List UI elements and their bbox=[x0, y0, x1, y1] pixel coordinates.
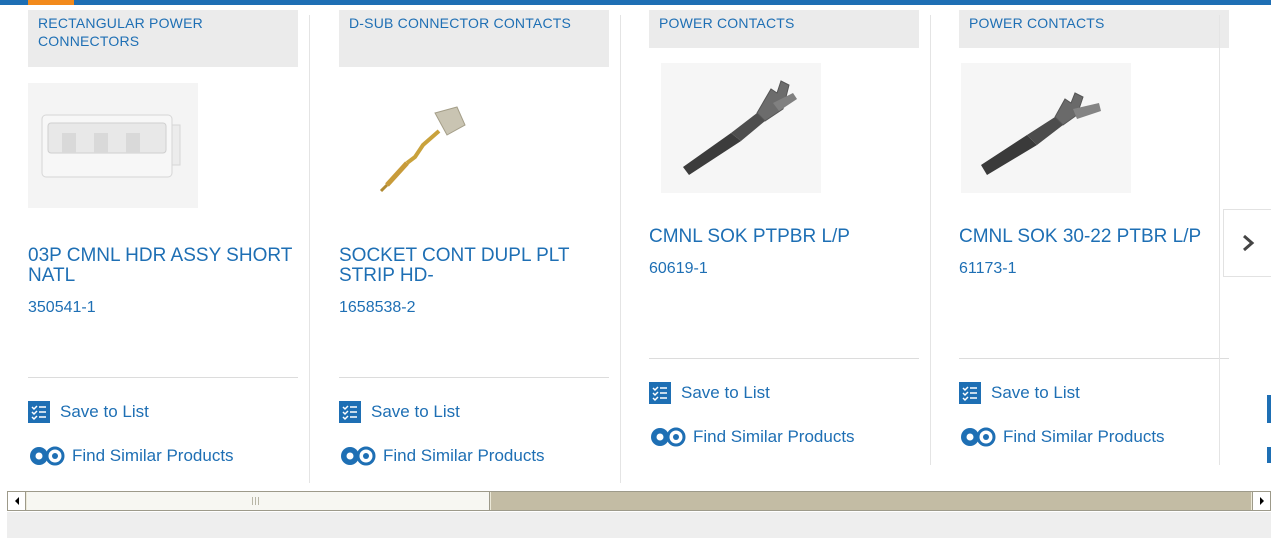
save-to-list-button[interactable]: Save to List bbox=[649, 382, 770, 404]
card-divider bbox=[339, 377, 609, 378]
product-title[interactable]: SOCKET CONT DUPL PLT STRIP HD- bbox=[339, 246, 609, 286]
product-title[interactable]: CMNL SOK PTPBR L/P bbox=[649, 227, 919, 247]
find-similar-button[interactable]: Find Similar Products bbox=[959, 426, 1165, 448]
find-similar-label: Find Similar Products bbox=[383, 446, 545, 465]
find-similar-label: Find Similar Products bbox=[72, 446, 234, 465]
product-title[interactable]: CMNL SOK 30-22 PTBR L/P bbox=[959, 227, 1259, 247]
part-number[interactable]: 1658538-2 bbox=[339, 299, 416, 317]
scrollbar-track[interactable] bbox=[491, 492, 1251, 510]
card-separator bbox=[309, 15, 310, 483]
power-contact-image[interactable] bbox=[661, 63, 821, 193]
scroll-left-button[interactable] bbox=[8, 492, 26, 510]
card-divider bbox=[28, 377, 298, 378]
save-to-list-label: Save to List bbox=[681, 383, 770, 402]
arrow-right-icon bbox=[1259, 497, 1264, 505]
find-similar-label: Find Similar Products bbox=[693, 427, 855, 446]
category-label[interactable]: POWER CONTACTS bbox=[649, 10, 919, 48]
part-number[interactable]: 61173-1 bbox=[959, 260, 1017, 278]
carousel-next-button[interactable] bbox=[1223, 209, 1271, 277]
find-similar-button[interactable]: Find Similar Products bbox=[339, 445, 545, 467]
category-label[interactable]: POWER CONTACTS bbox=[959, 10, 1229, 48]
card-divider bbox=[959, 358, 1229, 359]
gears-icon bbox=[341, 446, 376, 466]
save-to-list-button[interactable]: Save to List bbox=[339, 401, 460, 423]
gears-icon bbox=[651, 427, 686, 447]
gears-icon bbox=[30, 446, 65, 466]
partial-card-icon bbox=[1267, 395, 1271, 423]
part-number[interactable]: 60619-1 bbox=[649, 260, 708, 278]
find-similar-label: Find Similar Products bbox=[1003, 427, 1165, 446]
find-similar-button[interactable]: Find Similar Products bbox=[28, 445, 234, 467]
save-to-list-label: Save to List bbox=[371, 402, 460, 421]
horizontal-scrollbar[interactable] bbox=[7, 491, 1271, 511]
scroll-right-button[interactable] bbox=[1252, 492, 1270, 510]
category-label[interactable]: D-SUB CONNECTOR CONTACTS bbox=[339, 10, 609, 67]
product-card: D-SUB CONNECTOR CONTACTS SOCKET CONT DUP… bbox=[311, 5, 621, 483]
chevron-right-icon bbox=[1242, 234, 1254, 252]
card-divider bbox=[649, 358, 919, 359]
checklist-icon bbox=[649, 382, 671, 404]
save-to-list-button[interactable]: Save to List bbox=[959, 382, 1080, 404]
scrollbar-thumb[interactable] bbox=[27, 492, 490, 510]
checklist-icon bbox=[28, 401, 50, 423]
product-card: POWER CONTACTS CMNL SOK 30-22 PTBR L/P 6… bbox=[931, 5, 1241, 483]
find-similar-button[interactable]: Find Similar Products bbox=[649, 426, 855, 448]
product-title[interactable]: 03P CMNL HDR ASSY SHORT NATL bbox=[28, 246, 298, 286]
scrollbar-grip bbox=[252, 497, 261, 505]
checklist-icon bbox=[339, 401, 361, 423]
rectangular-connector-image[interactable] bbox=[28, 83, 198, 208]
save-to-list-label: Save to List bbox=[991, 383, 1080, 402]
arrow-left-icon bbox=[14, 497, 19, 505]
category-label[interactable]: RECTANGULAR POWER CONNECTORS bbox=[28, 10, 298, 67]
gears-icon bbox=[961, 427, 996, 447]
part-number[interactable]: 350541-1 bbox=[28, 299, 96, 317]
save-to-list-label: Save to List bbox=[60, 402, 149, 421]
product-card: POWER CONTACTS CMNL SOK PTPBR L/P 60619-… bbox=[621, 5, 931, 483]
save-to-list-button[interactable]: Save to List bbox=[28, 401, 149, 423]
socket-contact-image[interactable] bbox=[351, 93, 481, 203]
partial-card-icon bbox=[1267, 447, 1271, 463]
product-carousel: RECTANGULAR POWER CONNECTORS 03P CMNL HD… bbox=[0, 5, 1271, 483]
checklist-icon bbox=[959, 382, 981, 404]
card-separator bbox=[1219, 15, 1220, 465]
product-card: RECTANGULAR POWER CONNECTORS 03P CMNL HD… bbox=[0, 5, 310, 483]
power-contact-image[interactable] bbox=[961, 63, 1131, 193]
page-bottom-area bbox=[7, 512, 1271, 538]
